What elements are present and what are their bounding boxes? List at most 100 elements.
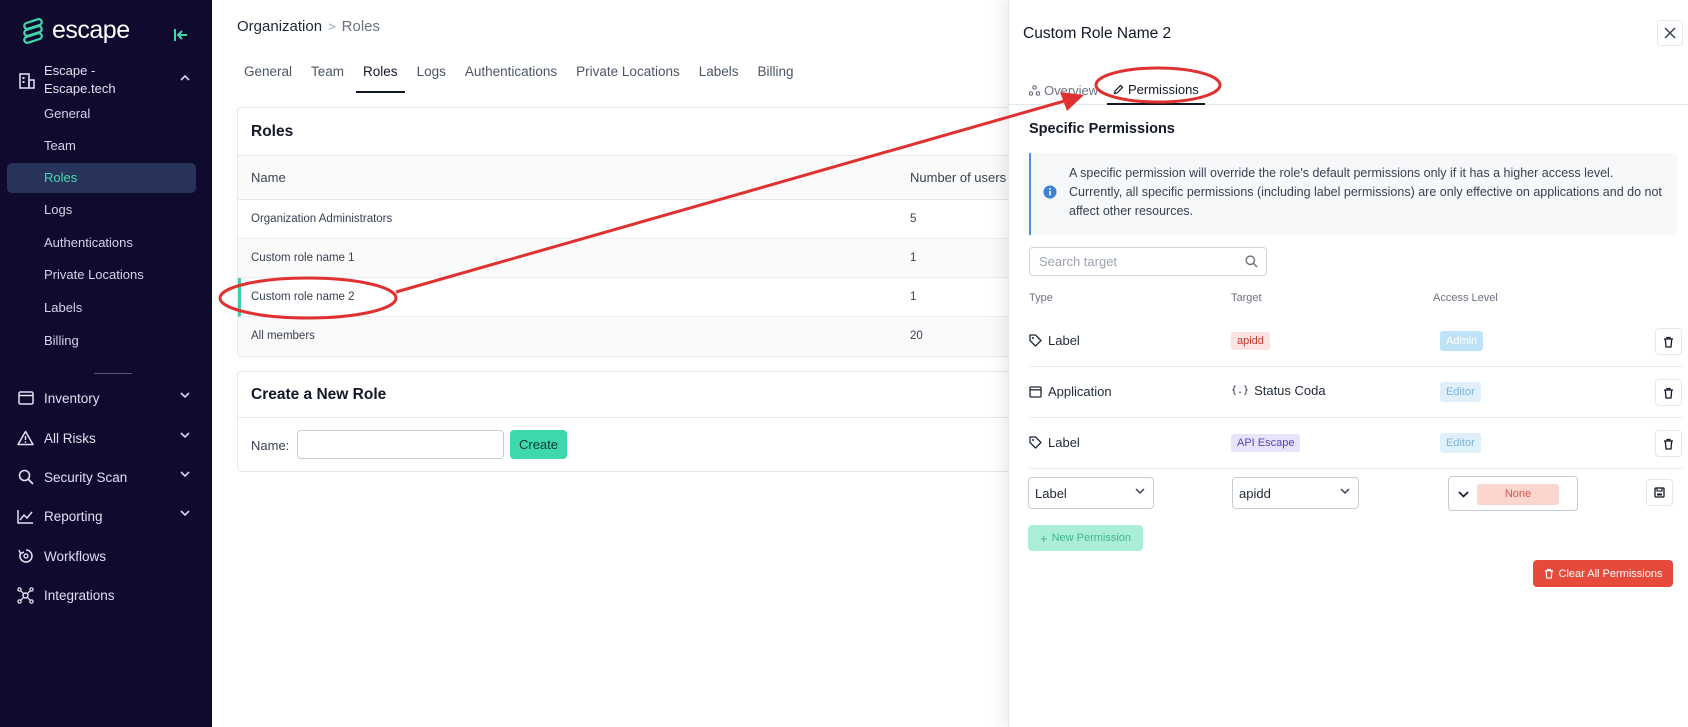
inventory-icon: [17, 390, 34, 407]
tab-billing[interactable]: Billing: [751, 58, 801, 93]
pencil-icon: [1113, 84, 1124, 95]
tag-icon: [1029, 334, 1042, 347]
access-level-value: None: [1477, 484, 1559, 505]
collapse-icon: [174, 29, 187, 41]
table-row[interactable]: All members 20: [238, 317, 1016, 356]
search-icon: [1245, 255, 1258, 268]
clear-all-permissions-button[interactable]: Clear All Permissions: [1533, 560, 1673, 587]
plus-icon: +: [1039, 530, 1048, 546]
tab-labels[interactable]: Labels: [692, 58, 746, 93]
roles-card: Roles Name Number of users Organization …: [237, 107, 1017, 357]
role-users-count: 1: [910, 291, 917, 303]
breadcrumb-organization[interactable]: Organization: [237, 18, 322, 35]
breadcrumb-current: Roles: [341, 18, 381, 35]
divider: [238, 417, 1016, 418]
table-row-selected[interactable]: Custom role name 2 1: [238, 278, 1016, 317]
create-role-button[interactable]: Create: [510, 430, 567, 459]
sidebar-item-workflows[interactable]: Workflows: [17, 541, 196, 571]
logo-text: escape: [52, 16, 130, 44]
save-permission-button[interactable]: [1646, 479, 1673, 506]
sidebar-item-integrations[interactable]: Integrations: [17, 580, 196, 610]
tab-roles[interactable]: Roles: [356, 58, 405, 93]
target-select-value: apidd: [1239, 485, 1271, 501]
close-drawer-button[interactable]: [1657, 20, 1683, 46]
access-level-select[interactable]: None: [1448, 476, 1578, 511]
clear-all-permissions-label: Clear All Permissions: [1558, 567, 1663, 580]
drawer-title: Custom Role Name 2: [1023, 25, 1172, 42]
role-users-count: 5: [910, 213, 917, 225]
chevron-up-icon: [180, 74, 190, 81]
trash-icon: [1664, 438, 1673, 450]
create-role-title: Create a New Role: [251, 386, 387, 403]
tab-overview-label: Overview: [1044, 83, 1099, 98]
tab-team[interactable]: Team: [304, 58, 351, 93]
integrations-icon: [17, 586, 34, 604]
sidebar-item-label: Reporting: [44, 508, 103, 524]
sidebar-item-logs[interactable]: Logs: [44, 195, 72, 225]
sidebar-item-security-scan[interactable]: Security Scan: [17, 462, 196, 492]
column-header-users[interactable]: Number of users: [910, 170, 1006, 185]
breadcrumb-separator-icon: >: [328, 19, 336, 34]
sidebar-item-label: Integrations: [44, 587, 115, 603]
collapse-sidebar-button[interactable]: [170, 24, 192, 46]
create-role-card: Create a New Role Name: Create: [237, 371, 1017, 472]
sidebar-item-label: All Risks: [44, 430, 96, 446]
label-chip: API Escape: [1231, 434, 1301, 452]
table-row[interactable]: Custom role name 1 1: [238, 239, 1016, 278]
roles-card-title: Roles: [251, 123, 294, 140]
permission-row: Label API Escape Editor: [1029, 418, 1683, 469]
permission-target: {.} Status Coda: [1231, 383, 1326, 398]
role-users-count: 20: [910, 330, 923, 342]
column-header-name[interactable]: Name: [251, 170, 286, 185]
role-name-input[interactable]: [297, 430, 504, 459]
tab-permissions[interactable]: Permissions: [1107, 76, 1205, 105]
permission-target: apidd: [1231, 332, 1270, 350]
logo[interactable]: escape: [20, 16, 130, 45]
search-target-input[interactable]: [1030, 248, 1266, 275]
type-select[interactable]: Label: [1028, 477, 1154, 509]
delete-permission-button[interactable]: [1655, 328, 1682, 355]
sidebar-item-all-risks[interactable]: All Risks: [17, 423, 196, 453]
chevron-down-icon: [1458, 491, 1469, 498]
sidebar-item-labels[interactable]: Labels: [44, 293, 82, 323]
role-name: Organization Administrators: [251, 213, 393, 225]
info-text: A specific permission will override the …: [1069, 166, 1662, 218]
graphql-icon: {.}: [1231, 385, 1250, 396]
sidebar-item-reporting[interactable]: Reporting: [17, 501, 196, 531]
sidebar-item-label: Workflows: [44, 548, 107, 564]
trash-icon: [1544, 568, 1553, 579]
role-name-label: Name:: [251, 438, 290, 453]
access-level-badge[interactable]: Editor: [1440, 382, 1481, 402]
sidebar-item-billing[interactable]: Billing: [44, 326, 79, 356]
table-row[interactable]: Organization Administrators 5: [238, 200, 1016, 239]
new-permission-button[interactable]: + New Permission: [1028, 525, 1143, 551]
target-select[interactable]: apidd: [1232, 477, 1359, 509]
permission-type-label: Application: [1048, 384, 1112, 399]
delete-permission-button[interactable]: [1655, 379, 1682, 406]
sidebar-item-inventory[interactable]: Inventory: [17, 383, 196, 413]
permission-type-label: Label: [1048, 333, 1080, 348]
tab-authentications[interactable]: Authentications: [458, 58, 564, 93]
tab-private-locations[interactable]: Private Locations: [569, 58, 687, 93]
column-header-access-level: Access Level: [1433, 292, 1498, 304]
organization-selector[interactable]: Escape - Escape.tech: [18, 62, 196, 98]
tab-general[interactable]: General: [237, 58, 299, 93]
application-icon: [1029, 385, 1042, 398]
sidebar-item-team[interactable]: Team: [44, 131, 76, 161]
access-level-badge[interactable]: Admin: [1440, 331, 1484, 351]
access-level-badge[interactable]: Editor: [1440, 433, 1481, 453]
type-select-value: Label: [1035, 485, 1067, 501]
sidebar-item-general[interactable]: General: [44, 99, 90, 129]
sidebar-item-authentications[interactable]: Authentications: [44, 228, 133, 258]
role-drawer: Custom Role Name 2 Overview Permissions …: [1008, 0, 1688, 727]
org-tabs: General Team Roles Logs Authentications …: [237, 58, 806, 93]
sidebar-item-roles[interactable]: Roles: [7, 163, 196, 193]
building-icon: [19, 73, 35, 89]
chevron-down-icon: [180, 432, 190, 439]
close-icon: [1664, 27, 1676, 39]
sidebar-item-private-locations[interactable]: Private Locations: [44, 260, 144, 290]
delete-permission-button[interactable]: [1655, 430, 1682, 457]
tab-overview[interactable]: Overview: [1029, 76, 1098, 105]
tab-logs[interactable]: Logs: [410, 58, 453, 93]
new-permission-label: New Permission: [1051, 532, 1132, 544]
